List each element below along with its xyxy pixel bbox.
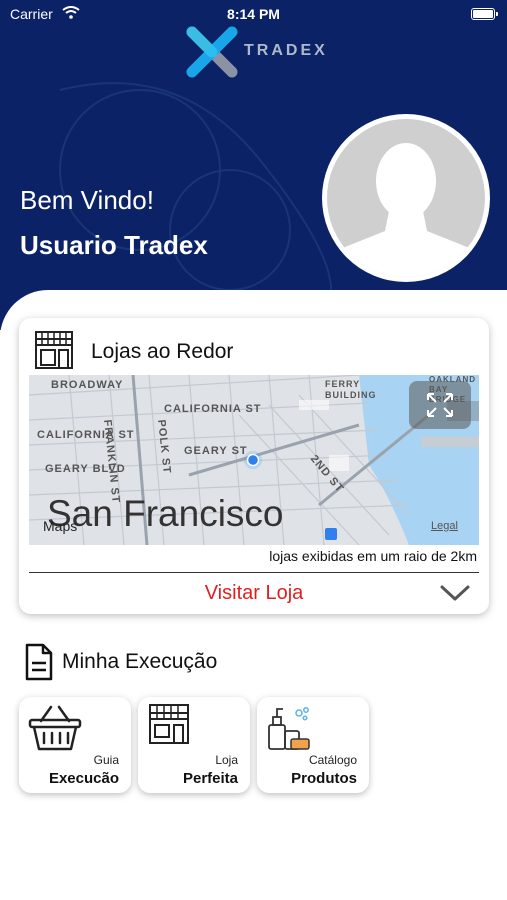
expand-map-button[interactable] [409, 381, 471, 429]
battery-icon [471, 8, 498, 20]
header-banner: Carrier 8:14 PM TRADEX Bem Vindo! Usuari… [0, 0, 507, 330]
person-silhouette-icon [335, 143, 477, 277]
username: Usuario Tradex [20, 230, 208, 260]
street-label: GEARY ST [184, 445, 248, 457]
chevron-down-icon[interactable] [439, 582, 471, 604]
clock: 8:14 PM [227, 6, 280, 22]
status-bar: Carrier 8:14 PM [0, 0, 507, 30]
expand-icon [427, 393, 453, 417]
map-view[interactable]: BROADWAY CALIFORNIA ST CALIFORNIA ST GEA… [29, 375, 479, 545]
visit-store-button[interactable]: Visitar Loja [19, 582, 489, 605]
map-city-label: San Francisco [47, 493, 284, 534]
street-label: BROADWAY [51, 379, 124, 391]
tile-big-label: Perfeita [182, 770, 238, 787]
street-label: FERRY BUILDING [325, 379, 377, 400]
radius-note: lojas exibidas em um raio de 2km [269, 548, 477, 564]
document-icon [25, 643, 53, 681]
storefront-icon [35, 331, 73, 369]
tile-guia-execucao[interactable]: Guia Execucão [19, 697, 131, 793]
maps-attribution: Maps [43, 518, 78, 534]
tile-catalogo-produtos[interactable]: Catálogo Produtos [257, 697, 369, 793]
products-icon [268, 707, 310, 750]
tile-loja-perfeita[interactable]: Loja Perfeita [138, 697, 250, 793]
divider [29, 572, 479, 573]
tile-small-label: Loja [215, 753, 238, 767]
tradex-logo-icon [186, 26, 238, 78]
tile-small-label: Guia [93, 753, 119, 767]
street-label: CALIFORNIA ST [164, 403, 262, 415]
legal-link[interactable]: Legal [431, 520, 458, 532]
stores-card-title: Lojas ao Redor [91, 340, 234, 363]
brand-name: TRADEX [244, 42, 328, 59]
tile-small-label: Catálogo [308, 753, 357, 767]
basket-icon [28, 705, 82, 751]
store-icon [149, 704, 189, 744]
avatar[interactable] [322, 114, 490, 282]
tile-big-label: Execucão [48, 770, 119, 787]
execution-section-title: Minha Execução [62, 650, 218, 673]
street-label: CALIFORNIA ST [37, 429, 135, 441]
welcome-text: Bem Vindo! [20, 185, 154, 215]
stores-card: Lojas ao Redor BROADWAY CALIFORNIA ST CA… [19, 318, 489, 614]
tile-big-label: Produtos [291, 770, 357, 787]
